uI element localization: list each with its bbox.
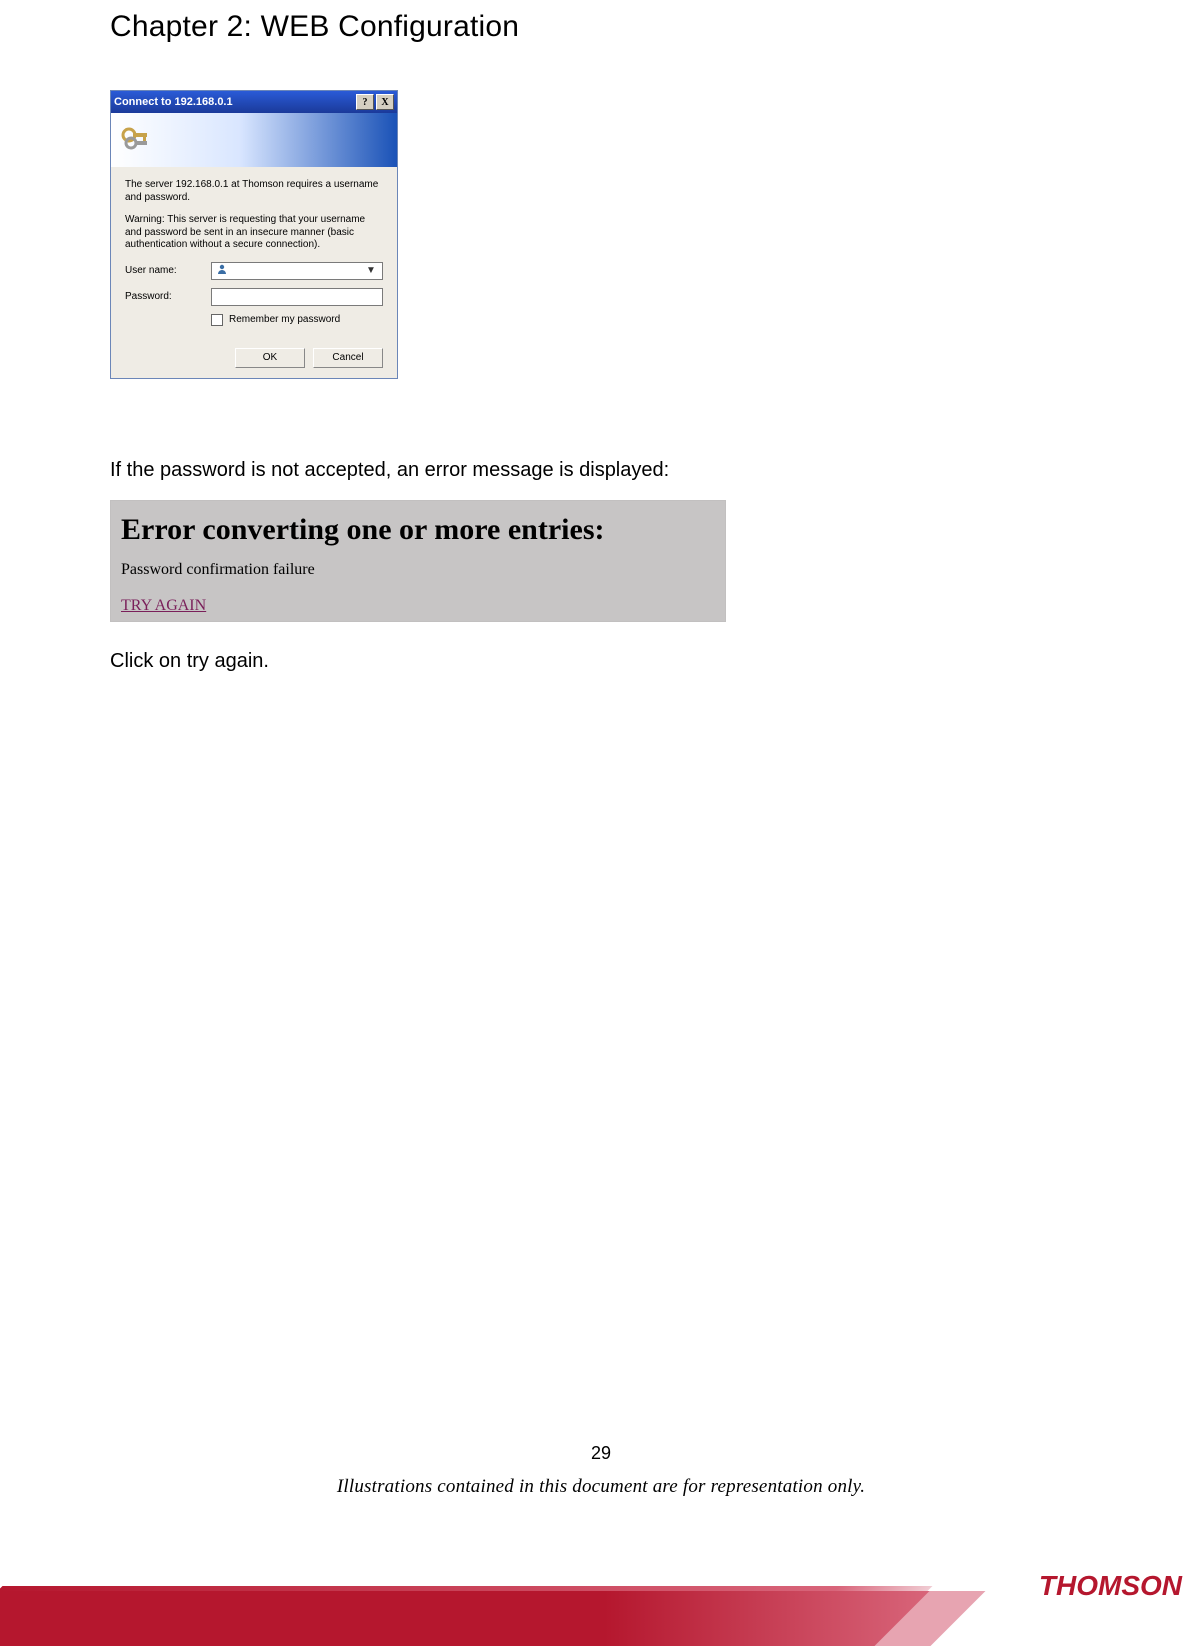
dialog-message-1: The server 192.168.0.1 at Thomson requir… — [125, 179, 383, 204]
username-row: User name: ▼ — [125, 262, 383, 280]
keys-icon — [117, 121, 153, 160]
remember-row: Remember my password — [211, 314, 383, 326]
content-area: Chapter 2: WEB Configuration Connect to … — [110, 10, 1095, 673]
cancel-button[interactable]: Cancel — [313, 348, 383, 368]
footer-disclaimer: Illustrations contained in this document… — [0, 1476, 1202, 1498]
try-again-link[interactable]: TRY AGAIN — [121, 597, 206, 614]
dialog-banner — [111, 113, 397, 167]
chapter-title: Chapter 2: WEB Configuration — [110, 10, 1095, 44]
error-box-illustration: Error converting one or more entries: Pa… — [110, 500, 726, 622]
dialog-button-row: OK Cancel — [125, 348, 383, 368]
close-button[interactable]: X — [376, 94, 394, 110]
brand-logo: THOMSON — [1039, 1570, 1182, 1602]
footer-stripe-thick — [0, 1591, 930, 1646]
username-label: User name: — [125, 265, 211, 276]
body-paragraph-1: If the password is not accepted, an erro… — [110, 459, 1095, 482]
password-input[interactable] — [211, 288, 383, 306]
page-number: 29 — [0, 1443, 1202, 1464]
ok-button[interactable]: OK — [235, 348, 305, 368]
chevron-down-icon[interactable]: ▼ — [364, 265, 378, 276]
footer-bar: THOMSON — [0, 1554, 1202, 1646]
dialog-title-text: Connect to 192.168.0.1 — [114, 96, 233, 108]
body-paragraph-2: Click on try again. — [110, 650, 1095, 673]
dialog-message-2: Warning: This server is requesting that … — [125, 214, 383, 252]
error-subtext: Password confirmation failure — [121, 561, 715, 579]
username-input[interactable]: ▼ — [211, 262, 383, 280]
remember-checkbox[interactable] — [211, 314, 223, 326]
titlebar-buttons: ? X — [356, 94, 394, 110]
user-icon — [216, 263, 228, 278]
dialog-body: The server 192.168.0.1 at Thomson requir… — [111, 167, 397, 378]
help-button[interactable]: ? — [356, 94, 374, 110]
error-title: Error converting one or more entries: — [121, 513, 715, 547]
login-dialog-illustration: Connect to 192.168.0.1 ? X The server 19… — [110, 90, 398, 379]
password-label: Password: — [125, 291, 211, 302]
dialog-titlebar: Connect to 192.168.0.1 ? X — [111, 91, 397, 113]
password-row: Password: — [125, 288, 383, 306]
remember-label: Remember my password — [229, 314, 340, 325]
page-root: Chapter 2: WEB Configuration Connect to … — [0, 0, 1202, 1646]
